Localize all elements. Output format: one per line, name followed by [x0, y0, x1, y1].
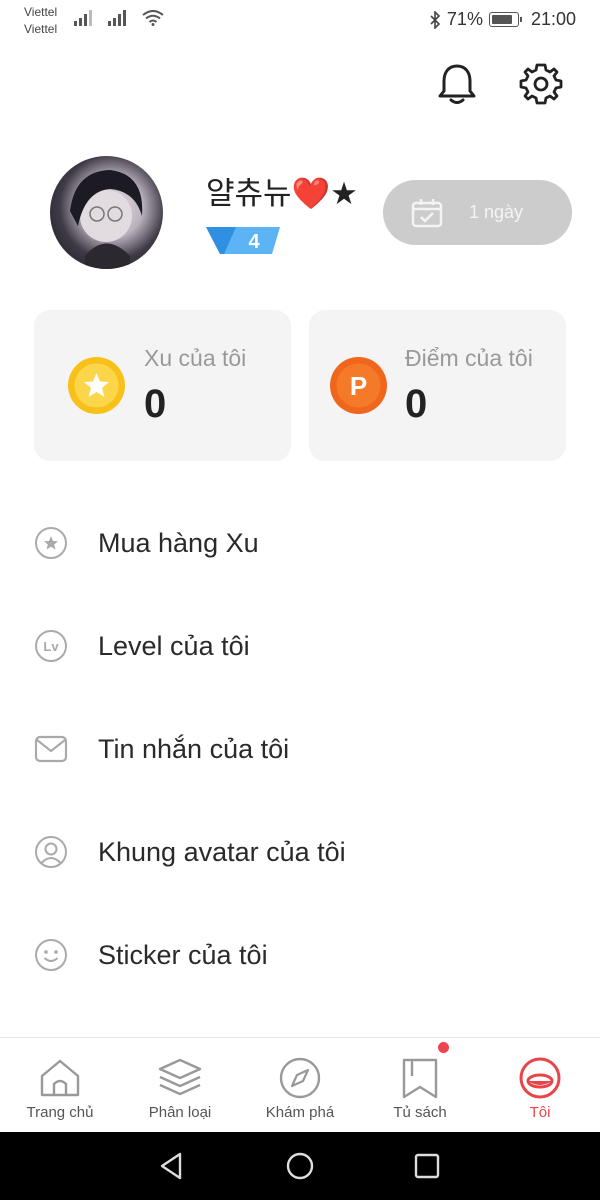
coins-title: Xu của tôi — [144, 345, 247, 371]
points-icon: P — [330, 357, 387, 414]
layers-icon — [158, 1058, 202, 1096]
level-number: 4 — [248, 231, 260, 253]
smiley-icon — [35, 939, 67, 971]
profile-face-icon — [519, 1057, 561, 1099]
menu-label: Sticker của tôi — [98, 939, 268, 970]
menu-label: Tin nhắn của tôi — [98, 733, 290, 764]
bookmark-icon — [402, 1058, 438, 1099]
nav-home[interactable]: Trang chủ — [0, 1038, 120, 1133]
menu-item-stickers[interactable]: Sticker của tôi — [0, 915, 600, 995]
coins-value: 0 — [144, 382, 167, 426]
home-icon — [40, 1059, 80, 1097]
username: 얄츄뉴❤️★ — [206, 176, 358, 212]
user-circle-icon — [35, 836, 67, 868]
star-coin-icon — [68, 357, 125, 414]
menu-label: Khung avatar của tôi — [98, 836, 346, 867]
menu-label: Mua hàng Xu — [98, 527, 259, 558]
points-title: Điểm của tôi — [405, 345, 533, 371]
status-right: 71% 21:00 — [429, 9, 576, 30]
system-nav-bar — [0, 1132, 600, 1200]
nav-categories[interactable]: Phân loại — [120, 1038, 240, 1133]
nav-label: Khám phá — [265, 1104, 335, 1121]
home-circle-icon[interactable] — [284, 1150, 316, 1182]
menu-item-avatar-frame[interactable]: Khung avatar của tôi — [0, 812, 600, 892]
carrier-labels: Viettel Viettel — [24, 4, 57, 38]
nav-label: Phân loại — [148, 1104, 212, 1121]
avatar[interactable] — [50, 156, 163, 269]
nav-explore[interactable]: Khám phá — [240, 1038, 360, 1133]
bottom-nav: Trang chủ Phân loại Khám phá Tủ sách Tôi — [0, 1037, 600, 1132]
carrier-1: Viettel — [24, 5, 58, 19]
nav-me[interactable]: Tôi — [480, 1038, 600, 1133]
level-badge: 4 — [206, 227, 280, 254]
battery-percent: 71% — [446, 9, 483, 29]
menu-item-messages[interactable]: Tin nhắn của tôi — [0, 709, 600, 789]
clock: 21:00 — [530, 9, 576, 29]
battery-icon — [488, 12, 522, 27]
gear-icon[interactable] — [519, 62, 563, 106]
checkin-button[interactable]: 1 ngày — [383, 180, 572, 245]
calendar-check-icon — [411, 198, 443, 227]
bell-icon[interactable] — [435, 62, 479, 106]
nav-label: Tủ sách — [393, 1104, 447, 1121]
lv-icon: Lv — [35, 630, 67, 662]
carrier-2: Viettel — [24, 22, 58, 36]
menu-item-level[interactable]: Lv Level của tôi — [0, 606, 600, 686]
avatar-image — [70, 170, 143, 269]
signal-icon — [108, 10, 126, 26]
bluetooth-icon — [430, 10, 441, 29]
mail-icon — [34, 735, 68, 763]
compass-icon — [279, 1057, 321, 1099]
nav-bookshelf[interactable]: Tủ sách — [360, 1038, 480, 1133]
star-circle-icon — [35, 527, 67, 559]
signal-icon — [74, 10, 92, 26]
coins-card[interactable]: Xu của tôi 0 — [34, 310, 291, 461]
back-icon[interactable] — [156, 1150, 188, 1182]
nav-label: Trang chủ — [26, 1104, 94, 1121]
nav-label: Tôi — [529, 1104, 551, 1121]
lv-icon-text: Lv — [43, 639, 59, 654]
notification-dot — [438, 1042, 449, 1053]
status-bar: Viettel Viettel 71% 21:00 — [0, 0, 600, 44]
recents-icon[interactable] — [411, 1150, 443, 1182]
menu-label: Level của tôi — [98, 630, 250, 661]
checkin-label: 1 ngày — [469, 202, 524, 222]
points-card[interactable]: P Điểm của tôi 0 — [309, 310, 566, 461]
signal-icons — [74, 10, 164, 26]
points-value: 0 — [405, 382, 428, 426]
wifi-icon — [142, 10, 164, 26]
points-icon-letter: P — [350, 371, 367, 401]
menu-item-buy-coins[interactable]: Mua hàng Xu — [0, 503, 600, 583]
